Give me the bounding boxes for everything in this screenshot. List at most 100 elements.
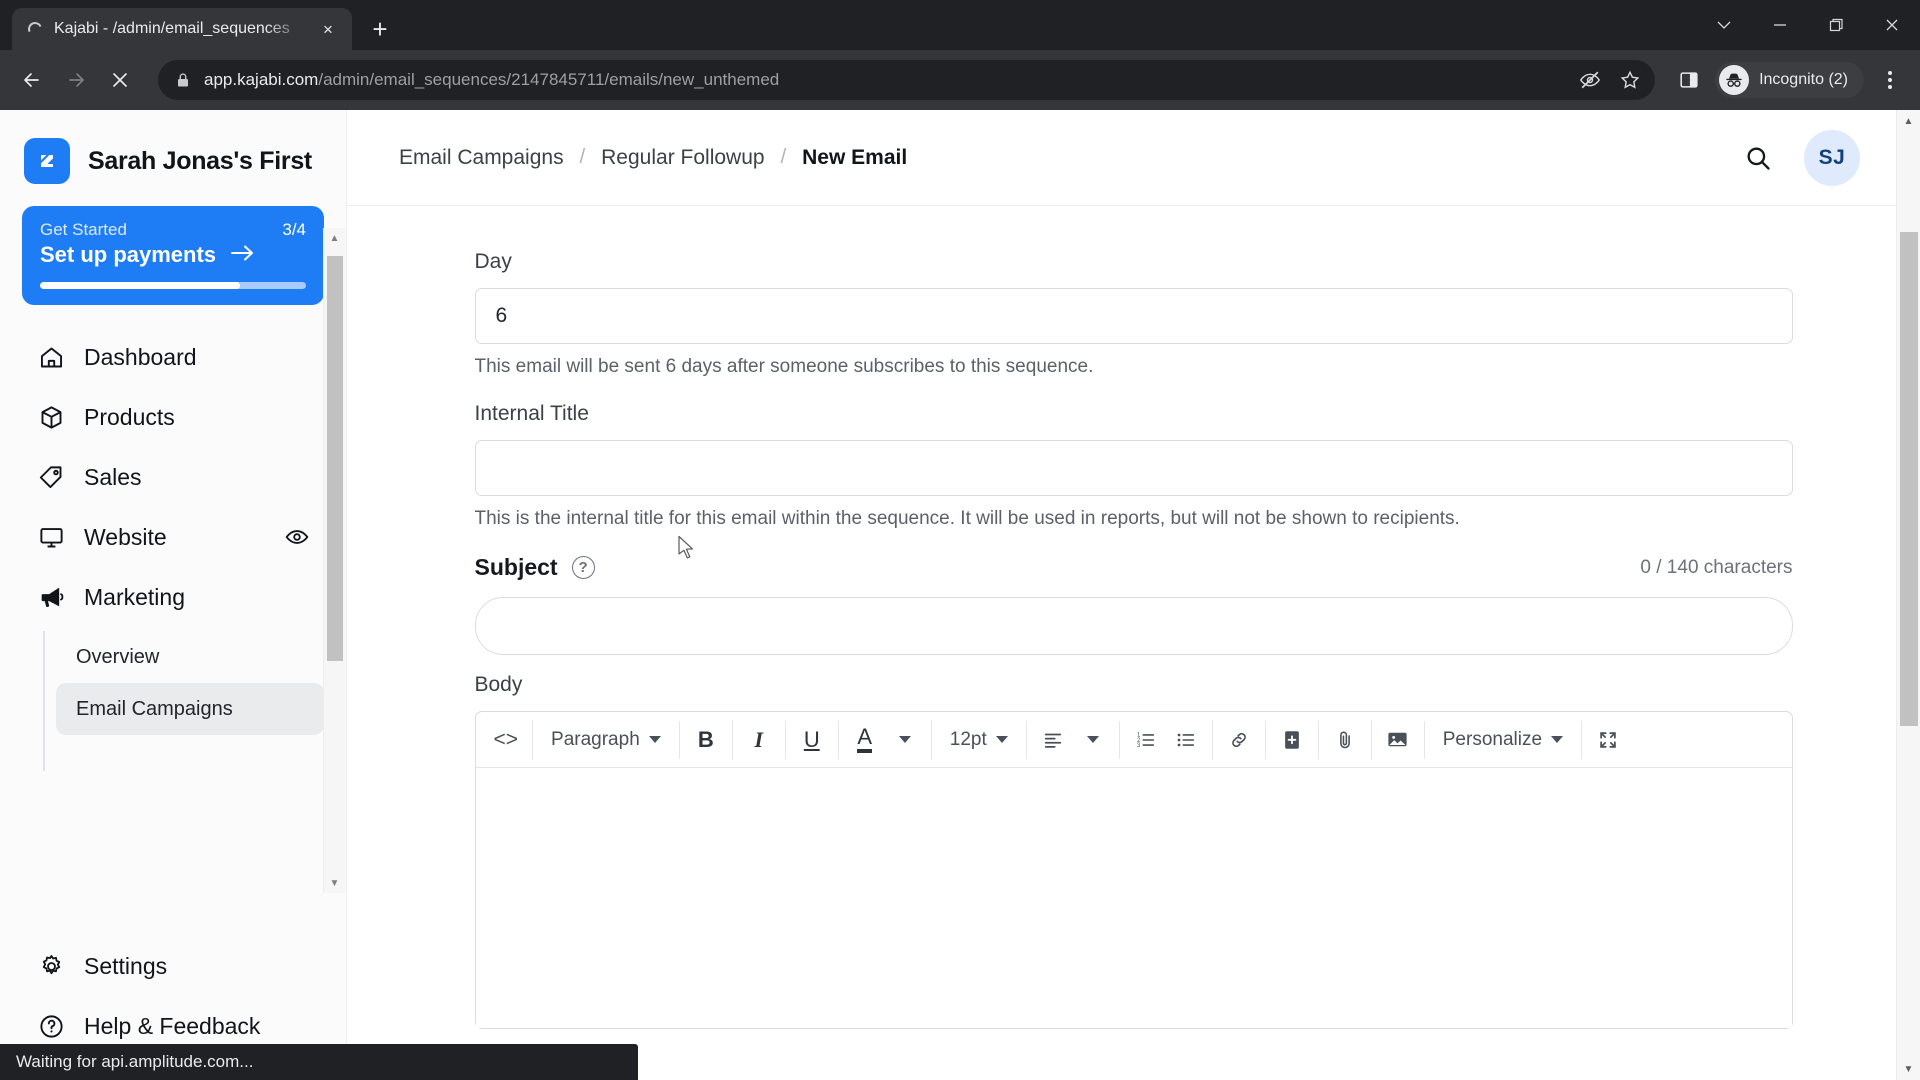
day-input[interactable] <box>474 288 1793 344</box>
sidebar-scroll-track[interactable] <box>324 248 346 873</box>
text-color-dropdown[interactable] <box>885 720 925 760</box>
sidebar-subitem-email-campaigns[interactable]: Email Campaigns <box>56 683 324 735</box>
breadcrumb-separator: / <box>780 146 787 168</box>
source-code-button[interactable]: <> <box>486 720 527 760</box>
sidebar-item-settings[interactable]: Settings <box>22 936 324 996</box>
fullscreen-icon[interactable] <box>1588 720 1628 760</box>
breadcrumb-item-regular-followup[interactable]: Regular Followup <box>601 146 764 170</box>
get-started-cta-label: Set up payments <box>40 242 217 267</box>
sidebar-item-label: Website <box>84 523 167 550</box>
scroll-down-arrow-icon[interactable]: ▼ <box>1904 1058 1914 1080</box>
sidebar-nav-scroll: Get Started 3/4 Set up payments Dashboar… <box>0 206 346 930</box>
sidebar-scrollbar[interactable]: ▲ ▼ <box>323 228 345 893</box>
toolbar-group-insert <box>1266 720 1318 760</box>
sidebar-item-label: Help & Feedback <box>84 1012 261 1039</box>
sidebar-subitem-overview[interactable]: Overview <box>56 631 324 683</box>
megaphone-icon <box>36 583 66 611</box>
close-window-icon[interactable] <box>1864 0 1920 50</box>
eye-slash-icon[interactable] <box>1573 63 1607 97</box>
link-icon[interactable] <box>1219 720 1259 760</box>
personalize-label: Personalize <box>1442 728 1543 750</box>
eye-icon[interactable] <box>282 524 312 550</box>
align-dropdown[interactable] <box>1073 720 1113 760</box>
get-started-cta[interactable]: Set up payments <box>40 242 306 268</box>
brand-header[interactable]: Sarah Jonas's First <box>0 110 346 206</box>
scroll-up-arrow-icon[interactable]: ▲ <box>330 228 340 248</box>
toolbar-group-fullscreen <box>1582 720 1634 760</box>
block-format-dropdown[interactable]: Paragraph <box>539 720 673 760</box>
sidebar-item-label: Dashboard <box>84 343 197 370</box>
stop-loading-icon[interactable] <box>100 60 140 100</box>
day-label: Day <box>474 250 512 273</box>
question-mark-icon[interactable]: ? <box>571 556 595 579</box>
bold-button[interactable]: B <box>686 720 726 760</box>
svg-text:3: 3 <box>1137 742 1141 748</box>
internal-title-input[interactable] <box>474 440 1793 496</box>
sidebar-item-sales[interactable]: Sales <box>22 447 324 507</box>
arrow-right-icon <box>230 242 256 268</box>
url-path: /admin/email_sequences/2147845711/emails… <box>318 70 780 89</box>
chevron-down-icon[interactable] <box>1696 0 1752 50</box>
three-dot-menu-icon[interactable] <box>1872 60 1908 100</box>
sidebar-item-products[interactable]: Products <box>22 387 324 447</box>
close-icon[interactable]: × <box>316 17 340 41</box>
minimize-icon[interactable] <box>1752 0 1808 50</box>
window-controls <box>1696 0 1920 50</box>
profile-chip[interactable]: Incognito (2) <box>1715 62 1864 98</box>
page-scrollbar[interactable]: ▲ ▼ <box>1896 110 1920 1080</box>
toolbar-group-italic: I <box>733 720 785 760</box>
page-viewport: Sarah Jonas's First Get Started 3/4 Set … <box>0 110 1920 1080</box>
toolbar-group-block: Paragraph <box>533 720 679 760</box>
numbered-list-icon[interactable]: 1 2 3 <box>1126 720 1166 760</box>
form-scroll-area: Day This email will be sent 6 days after… <box>347 206 1920 1080</box>
side-panel-icon[interactable] <box>1669 60 1709 100</box>
sidebar-subitem-partial[interactable] <box>56 735 324 753</box>
browser-tab[interactable]: Kajabi - /admin/email_sequences × <box>12 8 352 50</box>
page-scroll-thumb[interactable] <box>1899 232 1918 726</box>
browser-toolbar: app.kajabi.com/admin/email_sequences/214… <box>0 50 1920 110</box>
scroll-up-arrow-icon[interactable]: ▲ <box>1904 110 1914 132</box>
lock-icon <box>176 72 192 88</box>
page-scroll-track[interactable] <box>1897 132 1920 1058</box>
text-color-button[interactable]: A <box>845 720 885 760</box>
font-size-dropdown[interactable]: 12pt <box>938 720 1020 760</box>
sidebar-item-label: Marketing <box>84 583 185 610</box>
sidebar-item-website[interactable]: Website <box>22 507 324 567</box>
breadcrumb-item-email-campaigns[interactable]: Email Campaigns <box>399 146 564 170</box>
search-icon[interactable] <box>1738 138 1778 178</box>
body-editor-canvas[interactable] <box>475 768 1792 1028</box>
sidebar-item-label: Sales <box>84 463 142 490</box>
toolbar-group-color: A <box>839 720 931 760</box>
main-content: Email Campaigns / Regular Followup / New… <box>347 110 1920 1080</box>
personalize-dropdown[interactable]: Personalize <box>1431 720 1575 760</box>
get-started-card[interactable]: Get Started 3/4 Set up payments <box>22 206 324 305</box>
chevron-down-icon <box>995 736 1008 743</box>
underline-button[interactable]: U <box>792 720 832 760</box>
browser-tab-title: Kajabi - /admin/email_sequences <box>54 20 290 37</box>
toolbar-group-personalize: Personalize <box>1425 720 1581 760</box>
subject-input[interactable] <box>474 597 1793 655</box>
internal-title-label: Internal Title <box>474 402 589 425</box>
address-bar[interactable]: app.kajabi.com/admin/email_sequences/214… <box>158 60 1656 100</box>
toolbar-group-image <box>1372 720 1424 760</box>
back-arrow-icon[interactable] <box>12 60 52 100</box>
maximize-icon[interactable] <box>1808 0 1864 50</box>
sidebar-item-marketing[interactable]: Marketing <box>22 567 324 627</box>
sidebar-scroll-thumb[interactable] <box>326 256 343 661</box>
loading-spinner-icon <box>26 20 44 38</box>
image-icon[interactable] <box>1378 720 1418 760</box>
sidebar-item-label: Products <box>84 403 175 430</box>
bullet-list-icon[interactable] <box>1166 720 1206 760</box>
plus-box-icon[interactable] <box>1272 720 1312 760</box>
paperclip-icon[interactable] <box>1325 720 1365 760</box>
avatar[interactable]: SJ <box>1804 129 1860 186</box>
sidebar-item-label: Settings <box>84 952 168 979</box>
scroll-down-arrow-icon[interactable]: ▼ <box>330 873 340 893</box>
italic-button[interactable]: I <box>739 720 779 760</box>
new-tab-button[interactable]: + <box>362 11 398 47</box>
sidebar-item-dashboard[interactable]: Dashboard <box>22 327 324 387</box>
align-left-icon[interactable] <box>1033 720 1073 760</box>
field-body: Body <> Paragraph B I U A 12pt 1 2 3 Per… <box>474 673 1793 1029</box>
body-label: Body <box>474 673 523 696</box>
star-icon[interactable] <box>1613 63 1647 97</box>
